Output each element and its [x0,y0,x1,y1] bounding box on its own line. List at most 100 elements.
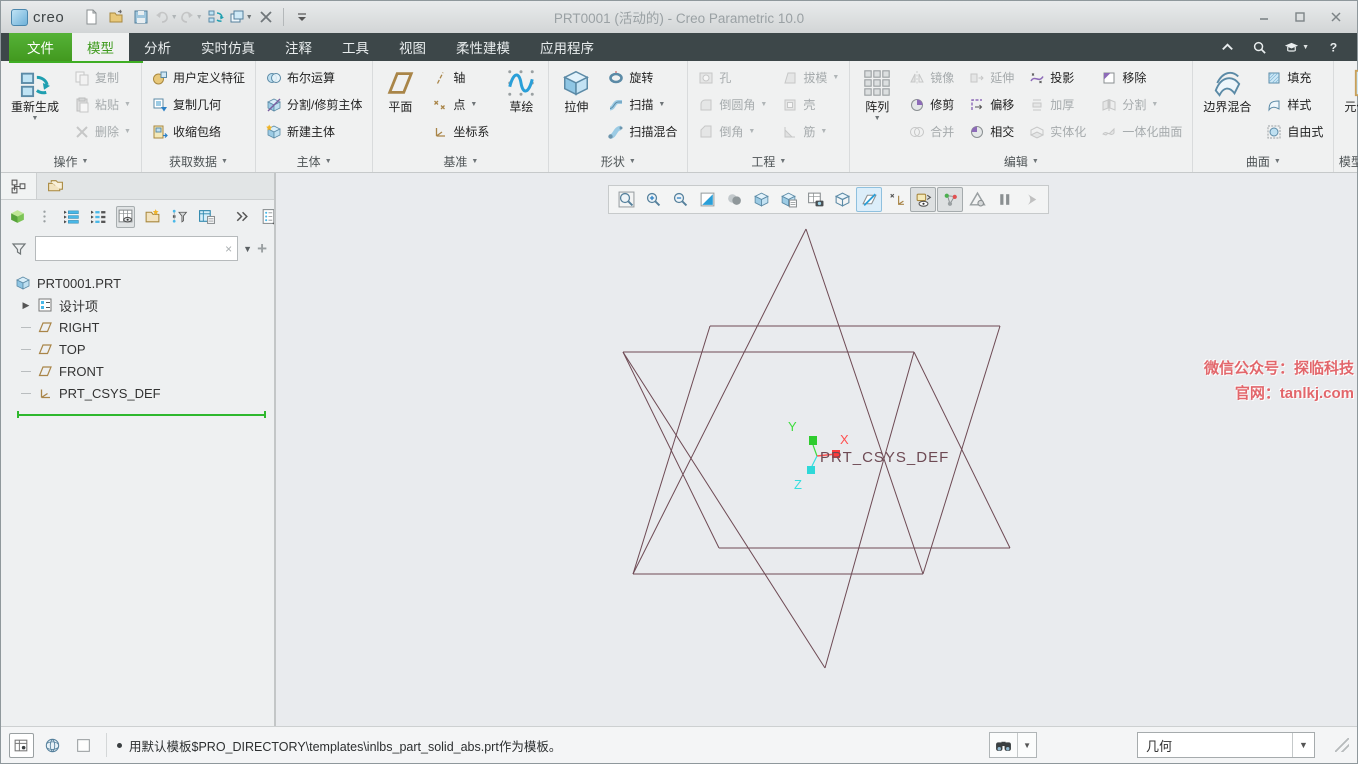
grip-dots-button[interactable] [35,206,54,228]
group-label-工程[interactable]: 工程 ▼ [688,151,849,172]
web-browser-button[interactable] [40,733,65,758]
selection-filter-combo[interactable]: 几何 ▼ [1137,732,1315,758]
button-点[interactable]: 点 ▼ [426,91,495,118]
open-settings-button[interactable] [143,206,162,228]
button-阵列[interactable]: 阵列 ▼ [854,64,900,124]
button-草绘[interactable]: 草绘 [498,64,544,116]
tree-item-RIGHT[interactable]: RIGHT [11,316,272,338]
display-style-button[interactable] [748,187,774,212]
tree-table-button[interactable] [197,206,216,228]
button-偏移[interactable]: 偏移 [963,91,1020,118]
view-manager-button[interactable] [802,187,828,212]
button-填充[interactable]: 填充 [1260,64,1329,91]
tree-filter-button[interactable] [170,206,189,228]
group-label-获取数据[interactable]: 获取数据 ▼ [142,151,255,172]
graphics-area[interactable]: Y X Z PRT_CSYS_DEF 微信公众号：探临科技 官网：tanlkj.… [276,173,1357,726]
tab-注释[interactable]: 注释 [270,33,327,61]
open-button[interactable] [103,5,128,29]
tree-item-FRONT[interactable]: FRONT [11,360,272,382]
saved-orientations-button[interactable] [775,187,801,212]
find-button[interactable]: ▼ [989,732,1037,758]
model-tree-tab[interactable] [1,173,37,199]
button-相交[interactable]: 相交 [963,118,1020,145]
tab-工具[interactable]: 工具 [327,33,384,61]
close-button[interactable] [1321,6,1351,28]
folder-browser-tab[interactable] [37,173,73,199]
group-label-基准[interactable]: 基准 ▼ [373,151,548,172]
csys-label[interactable]: PRT_CSYS_DEF [820,449,949,466]
insertion-indicator[interactable] [17,411,266,418]
appearance-button[interactable] [721,187,747,212]
button-新建主体[interactable]: 新建主体 [260,118,368,145]
show-items-button[interactable] [8,206,27,228]
button-重新生成[interactable]: 重新生成 ▼ [5,64,65,124]
button-轴[interactable]: 轴 [426,64,495,91]
help-button[interactable]: ? [1326,40,1341,55]
tab-应用程序[interactable]: 应用程序 [525,33,609,61]
zoom-out-button[interactable] [667,187,693,212]
collapse-ribbon-button[interactable] [1220,40,1235,55]
tab-分析[interactable]: 分析 [129,33,186,61]
group-label-编辑[interactable]: 编辑 ▼ [850,151,1192,172]
button-布尔运算[interactable]: 布尔运算 [260,64,368,91]
minimize-button[interactable] [1249,6,1279,28]
annotation-display-button[interactable] [883,187,909,212]
tree-item-设计项[interactable]: ▶ 设计项 [11,294,272,316]
tree-columns-button[interactable] [89,206,108,228]
blank-page-button[interactable] [71,733,96,758]
tree-item-PRT_CSYS_DEF[interactable]: PRT_CSYS_DEF [11,382,272,404]
dragger-button[interactable] [937,187,963,212]
datum-display-button[interactable] [856,187,882,212]
perspective-button[interactable] [829,187,855,212]
toggle-navigator-button[interactable] [9,732,34,758]
group-label-形状[interactable]: 形状 ▼ [549,151,687,172]
add-filter-button[interactable]: + [257,239,267,259]
new-file-button[interactable] [78,5,103,29]
zoom-region-button[interactable] [613,187,639,212]
tab-文件[interactable]: 文件 [9,33,72,61]
group-label-曲面[interactable]: 曲面 ▼ [1193,151,1333,172]
refit-button[interactable] [694,187,720,212]
save-button[interactable] [128,5,153,29]
button-边界混合[interactable]: 边界混合 [1197,64,1257,116]
button-分割/修剪主体[interactable]: 分割/修剪主体 [260,91,368,118]
button-收缩包络[interactable]: 收缩包络 [146,118,251,145]
group-label-操作[interactable]: 操作 ▼ [1,151,141,172]
windows-button[interactable]: ▼ [228,5,253,29]
group-label-主体[interactable]: 主体 ▼ [256,151,372,172]
tree-item-PRT0001.PRT[interactable]: PRT0001.PRT [11,272,272,294]
learning-center-button[interactable]: ▼ [1284,40,1309,55]
search-button[interactable] [1252,40,1267,55]
customize-qat-button[interactable] [289,5,314,29]
tab-模型[interactable]: 模型 [72,33,129,61]
analysis-button[interactable] [964,187,990,212]
selection-filter-arrow[interactable]: ▼ [1292,733,1314,757]
button-平面[interactable]: 平面 [377,64,423,116]
tree-display-button[interactable] [116,205,135,228]
button-样式[interactable]: 样式 [1260,91,1329,118]
tab-实时仿真[interactable]: 实时仿真 [186,33,270,61]
find-dropdown-arrow[interactable]: ▼ [1017,733,1036,757]
button-用户定义特征[interactable]: 用户定义特征 [146,64,251,91]
button-移除[interactable]: 移除 [1095,64,1188,91]
tab-柔性建模[interactable]: 柔性建模 [441,33,525,61]
tree-list-button[interactable] [62,206,81,228]
tree-item-TOP[interactable]: TOP [11,338,272,360]
button-复制几何[interactable]: 复制几何 [146,91,251,118]
close-window-button[interactable] [253,5,278,29]
more-chevron-button[interactable] [232,206,251,228]
button-自由式[interactable]: 自由式 [1260,118,1329,145]
button-扫描[interactable]: 扫描 ▼ [602,91,683,118]
zoom-in-button[interactable] [640,187,666,212]
tab-视图[interactable]: 视图 [384,33,441,61]
button-坐标系[interactable]: 坐标系 [426,118,495,145]
button-拉伸[interactable]: 拉伸 [553,64,599,116]
pause-button[interactable] [991,187,1017,212]
resize-grip[interactable] [1335,738,1349,752]
button-旋转[interactable]: 旋转 [602,64,683,91]
button-修剪[interactable]: 修剪 [903,91,960,118]
tree-search-input[interactable] [41,241,226,256]
button-扫描混合[interactable]: 扫描混合 [602,118,683,145]
button-投影[interactable]: 投影 [1023,64,1092,91]
spin-center-button[interactable] [910,187,936,212]
